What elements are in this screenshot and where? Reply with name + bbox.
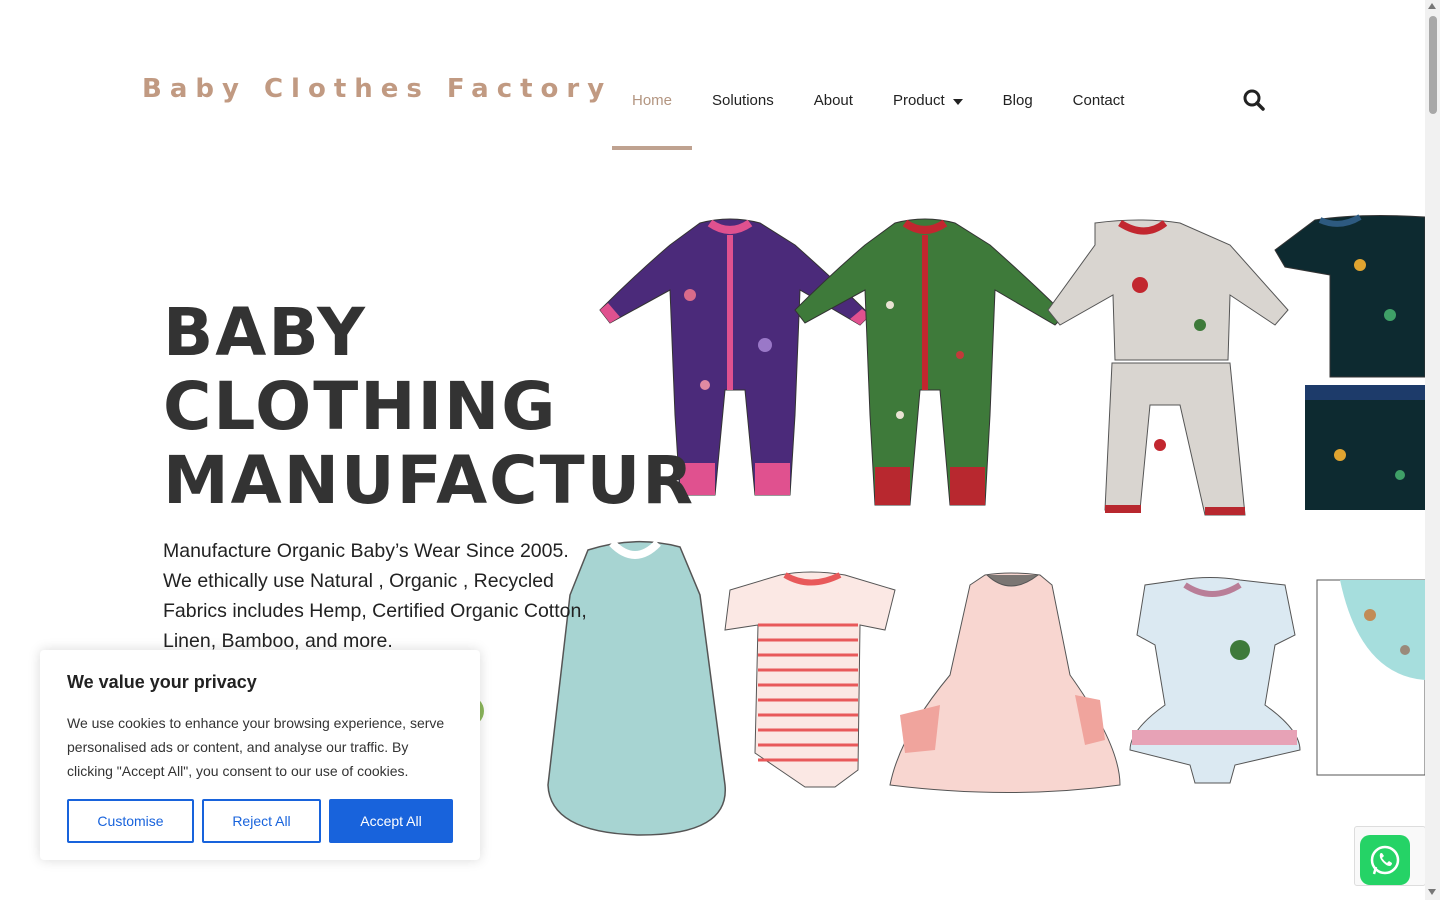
cookie-consent-banner: We value your privacy We use cookies to … (40, 650, 480, 860)
scroll-thumb[interactable] (1429, 16, 1437, 114)
cookie-text: We use cookies to enhance your browsing … (67, 715, 445, 779)
hero-description: Manufacture Organic Baby’s Wear Since 20… (163, 540, 587, 652)
site-logo[interactable]: Baby Clothes Factory (142, 74, 612, 104)
nav-label: Solutions (712, 92, 774, 109)
striped-romper-illustration (724, 571, 896, 788)
customise-button[interactable]: Customise (67, 799, 194, 843)
caret-down-icon (952, 99, 963, 105)
jungle-print-set-illustration (1274, 214, 1425, 510)
reject-all-button[interactable]: Reject All (202, 799, 321, 843)
nav-item-contact[interactable]: Contact (1053, 80, 1145, 150)
nav-item-solutions[interactable]: Solutions (692, 80, 794, 150)
cookie-buttons: Customise Reject All Accept All (67, 799, 453, 843)
main-nav: Home Solutions About Product Blog Contac… (612, 80, 1144, 150)
nav-label: Product (892, 92, 945, 109)
whatsapp-icon (1370, 845, 1400, 875)
blanket-illustration (1316, 579, 1425, 776)
cookie-title: We value your privacy (67, 672, 257, 692)
nav-item-about[interactable]: About (794, 80, 873, 150)
scroll-down-arrow-icon[interactable] (1428, 889, 1436, 895)
nav-item-blog[interactable]: Blog (983, 80, 1053, 150)
green-sleepsuit-illustration (794, 218, 1066, 506)
grey-christmas-pajamas-illustration (1047, 219, 1289, 516)
whatsapp-button[interactable] (1360, 835, 1410, 885)
nav-item-home[interactable]: Home (612, 80, 693, 150)
page-scrollbar[interactable] (1425, 0, 1440, 900)
hero-title-line: CLOTHING (163, 368, 558, 445)
scroll-up-arrow-icon[interactable] (1428, 3, 1436, 9)
pink-dress-illustration (889, 572, 1121, 793)
page: Baby Clothes Factory Home Solutions Abou… (0, 0, 1440, 900)
hero-title: BABY CLOTHING MANUFACTUR (163, 296, 695, 518)
hero-title-line: BABY (163, 294, 367, 371)
farm-bodysuit-dress-illustration (1129, 577, 1301, 784)
nav-label: Blog (1002, 92, 1033, 109)
nav-label: About (813, 92, 853, 109)
nav-label: Home (632, 92, 673, 109)
nav-label: Contact (1072, 92, 1125, 109)
accept-all-button[interactable]: Accept All (329, 799, 453, 843)
search-icon[interactable] (1242, 88, 1266, 112)
nav-item-product[interactable]: Product (873, 80, 983, 150)
hero-title-line: MANUFACTUR (163, 442, 696, 519)
